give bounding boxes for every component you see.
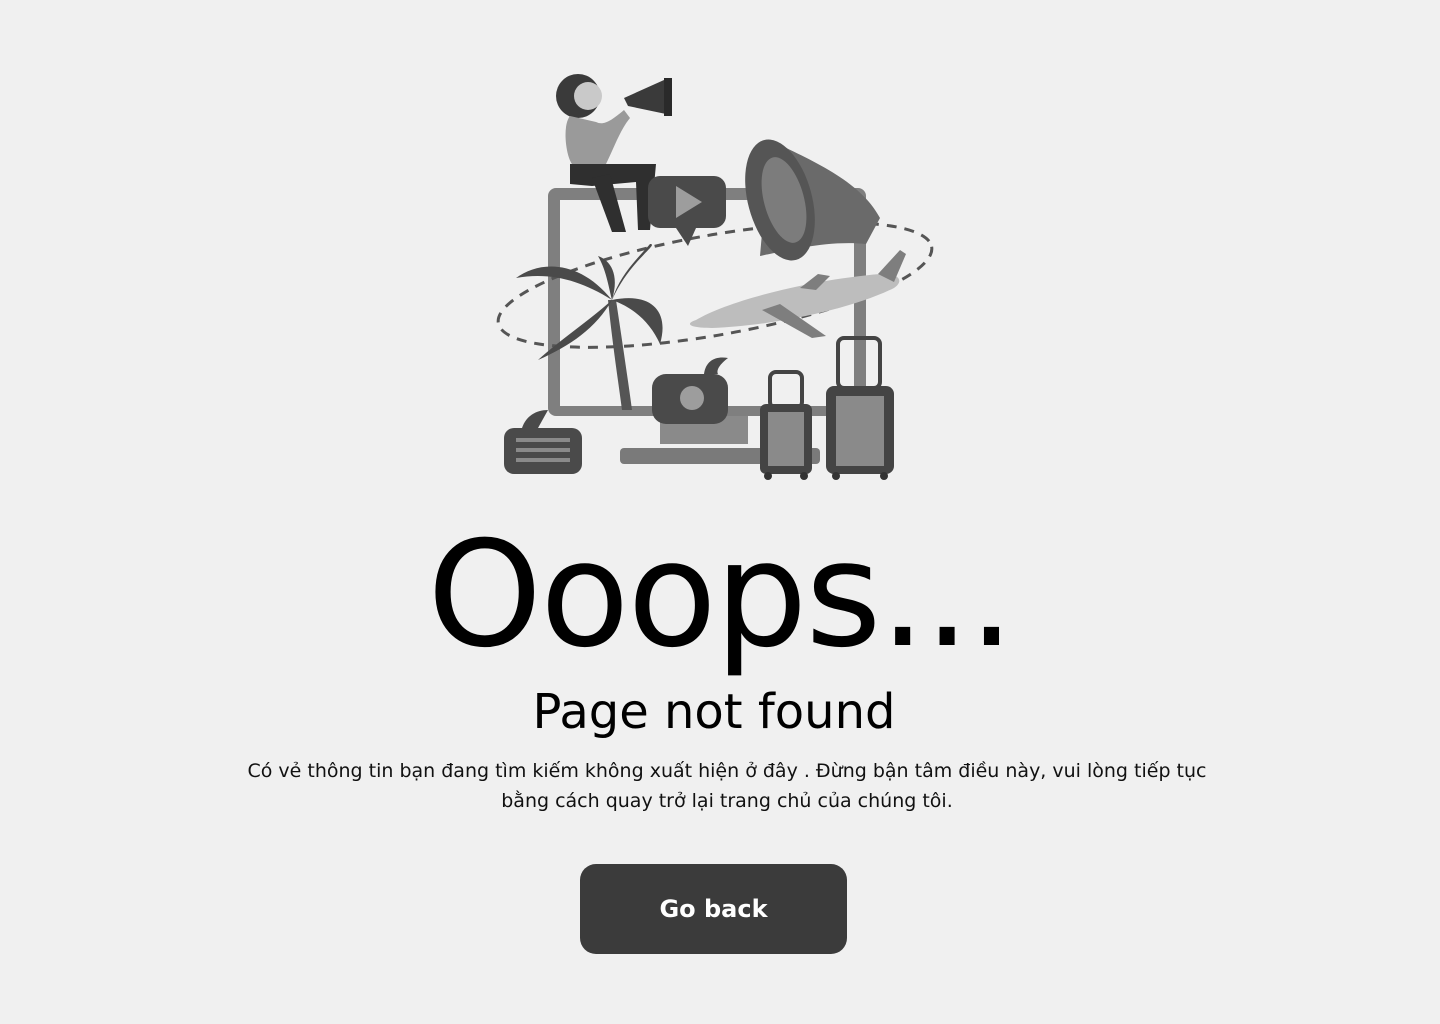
travel-marketing-illustration bbox=[496, 74, 934, 480]
not-found-page: Ooops... Page not found Có vẻ thông tin … bbox=[0, 0, 1440, 1024]
go-back-button[interactable]: Go back bbox=[580, 864, 847, 954]
error-message: Có vẻ thông tin bạn đang tìm kiếm không … bbox=[247, 760, 1207, 812]
page-subtitle: Page not found bbox=[532, 684, 896, 740]
chat-bubble-icon bbox=[504, 410, 582, 474]
page-title: Ooops... bbox=[427, 510, 1015, 680]
